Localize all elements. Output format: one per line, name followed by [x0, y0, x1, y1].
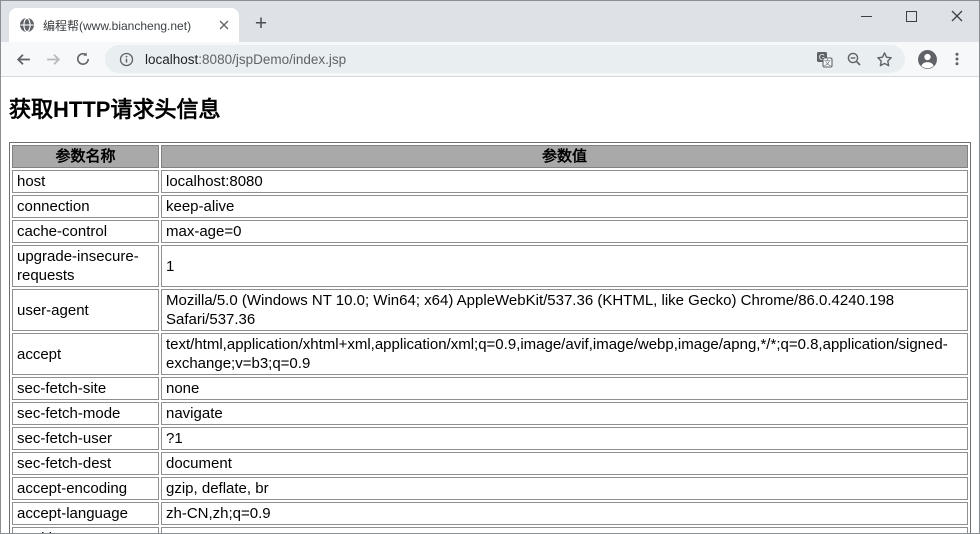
table-row: hostlocalhost:8080	[12, 170, 968, 193]
param-value-cell: text/html,application/xhtml+xml,applicat…	[161, 333, 968, 375]
new-tab-button[interactable]: +	[247, 10, 275, 38]
browser-tab[interactable]: 编程帮(www.biancheng.net)	[9, 8, 239, 42]
table-row: accept-encodinggzip, deflate, br	[12, 477, 968, 500]
zoom-out-icon[interactable]	[843, 48, 865, 70]
url-text[interactable]: localhost:8080/jspDemo/index.jsp	[145, 52, 805, 67]
param-name-cell: accept-encoding	[12, 477, 159, 500]
param-value-cell: ?1	[161, 427, 968, 450]
translate-icon[interactable]: G 文	[813, 48, 835, 70]
param-name-cell: cookie	[12, 527, 159, 533]
refresh-button[interactable]	[69, 45, 97, 73]
address-bar[interactable]: localhost:8080/jspDemo/index.jsp G 文	[105, 45, 905, 73]
globe-favicon-icon	[19, 17, 35, 33]
param-name-cell: accept-language	[12, 502, 159, 525]
close-icon	[951, 10, 963, 22]
page-content: 获取HTTP请求头信息 参数名称 参数值 hostlocalhost:8080c…	[1, 77, 979, 533]
minimize-icon	[861, 16, 872, 17]
tab-strip: 编程帮(www.biancheng.net) +	[1, 1, 979, 42]
svg-text:文: 文	[824, 58, 831, 67]
param-name-cell: cache-control	[12, 220, 159, 243]
param-name-cell: upgrade-insecure-requests	[12, 245, 159, 287]
headers-table-body: hostlocalhost:8080connectionkeep-aliveca…	[12, 170, 968, 533]
maximize-button[interactable]	[889, 1, 934, 31]
table-row: accept-languagezh-CN,zh;q=0.9	[12, 502, 968, 525]
browser-toolbar: localhost:8080/jspDemo/index.jsp G 文	[1, 42, 979, 77]
minimize-button[interactable]	[844, 1, 889, 31]
param-value-cell: document	[161, 452, 968, 475]
table-row: connectionkeep-alive	[12, 195, 968, 218]
back-button[interactable]	[9, 45, 37, 73]
table-row: upgrade-insecure-requests1	[12, 245, 968, 287]
param-name-cell: sec-fetch-dest	[12, 452, 159, 475]
person-circle-icon	[917, 49, 938, 70]
param-name-cell: host	[12, 170, 159, 193]
browser-window: 编程帮(www.biancheng.net) +	[0, 0, 980, 534]
param-value-cell: gzip, deflate, br	[161, 477, 968, 500]
table-row: cookieJSESSIONID=865269CBEC2D4BC5DACDDEA…	[12, 527, 968, 533]
param-value-cell: zh-CN,zh;q=0.9	[161, 502, 968, 525]
forward-button[interactable]	[39, 45, 67, 73]
three-dots-vertical-icon	[949, 51, 965, 67]
tab-close-icon[interactable]	[215, 16, 233, 34]
table-row: sec-fetch-destdocument	[12, 452, 968, 475]
param-value-cell: keep-alive	[161, 195, 968, 218]
reload-icon	[75, 51, 91, 67]
table-head: 参数名称 参数值	[12, 145, 968, 168]
param-name-cell: sec-fetch-user	[12, 427, 159, 450]
param-value-cell: 1	[161, 245, 968, 287]
arrow-left-icon	[15, 51, 32, 68]
param-value-cell: JSESSIONID=865269CBEC2D4BC5DACDDEA1ACD4A…	[161, 527, 968, 533]
param-name-cell: sec-fetch-mode	[12, 402, 159, 425]
window-controls	[844, 1, 979, 31]
menu-button[interactable]	[943, 45, 971, 73]
arrow-right-icon	[45, 51, 62, 68]
table-row: accepttext/html,application/xhtml+xml,ap…	[12, 333, 968, 375]
param-name-cell: user-agent	[12, 289, 159, 331]
url-host: localhost	[145, 52, 198, 67]
param-name-cell: accept	[12, 333, 159, 375]
request-headers-table: 参数名称 参数值 hostlocalhost:8080connectionkee…	[9, 142, 971, 533]
bookmark-star-icon[interactable]	[873, 48, 895, 70]
table-row: sec-fetch-sitenone	[12, 377, 968, 400]
url-path: :8080/jspDemo/index.jsp	[198, 52, 346, 67]
column-header-param-value: 参数值	[161, 145, 968, 168]
param-value-cell: max-age=0	[161, 220, 968, 243]
param-value-cell: none	[161, 377, 968, 400]
site-info-icon[interactable]	[115, 48, 137, 70]
param-value-cell: navigate	[161, 402, 968, 425]
profile-avatar[interactable]	[913, 45, 941, 73]
param-value-cell: localhost:8080	[161, 170, 968, 193]
column-header-param-name: 参数名称	[12, 145, 159, 168]
tab-title: 编程帮(www.biancheng.net)	[43, 17, 207, 34]
table-row: sec-fetch-user?1	[12, 427, 968, 450]
param-value-cell: Mozilla/5.0 (Windows NT 10.0; Win64; x64…	[161, 289, 968, 331]
close-button[interactable]	[934, 1, 979, 31]
param-name-cell: connection	[12, 195, 159, 218]
table-row: cache-controlmax-age=0	[12, 220, 968, 243]
maximize-icon	[906, 11, 917, 22]
page-title: 获取HTTP请求头信息	[9, 92, 971, 124]
table-row: user-agentMozilla/5.0 (Windows NT 10.0; …	[12, 289, 968, 331]
table-row: sec-fetch-modenavigate	[12, 402, 968, 425]
param-name-cell: sec-fetch-site	[12, 377, 159, 400]
table-header-row: 参数名称 参数值	[12, 145, 968, 168]
